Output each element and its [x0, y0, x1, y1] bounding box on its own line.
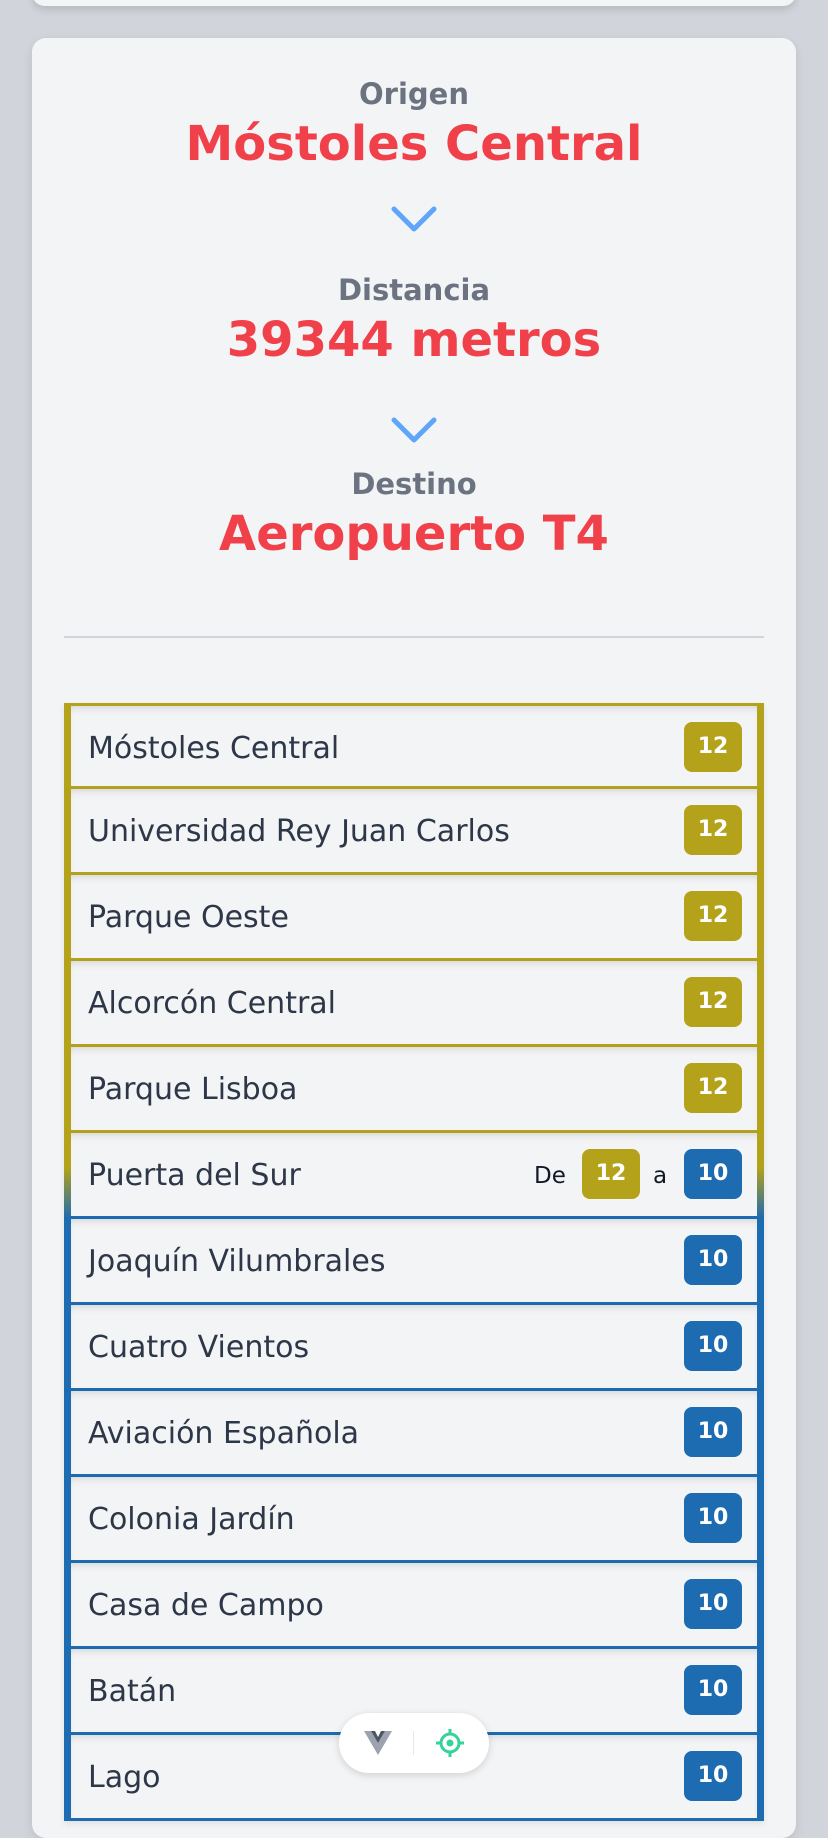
- toolbar-separator: [413, 1731, 414, 1755]
- station-name: Parque Oeste: [88, 900, 289, 935]
- line-badge: 10: [684, 1235, 742, 1285]
- origin-section: Origen Móstoles Central: [32, 77, 796, 172]
- line-badge: 12: [684, 891, 742, 941]
- line-badge: 10: [684, 1665, 742, 1715]
- station-row[interactable]: Aviación Española 10: [64, 1391, 764, 1477]
- station-name: Joaquín Vilumbrales: [88, 1244, 386, 1279]
- previous-card: [32, 0, 796, 6]
- transfer-to-label: a: [653, 1163, 668, 1189]
- station-row[interactable]: Joaquín Vilumbrales 10: [64, 1219, 764, 1305]
- station-row[interactable]: Casa de Campo 10: [64, 1563, 764, 1649]
- floating-toolbar: [339, 1713, 489, 1773]
- station-row[interactable]: Universidad Rey Juan Carlos 12: [64, 789, 764, 875]
- station-row[interactable]: Cuatro Vientos 10: [64, 1305, 764, 1391]
- station-list: Móstoles Central 12 Universidad Rey Juan…: [64, 703, 764, 1821]
- station-row[interactable]: Parque Lisboa 12: [64, 1047, 764, 1133]
- to-line-badge: 10: [684, 1149, 742, 1199]
- line-badge: 12: [684, 722, 742, 772]
- station-row[interactable]: Parque Oeste 12: [64, 875, 764, 961]
- locate-icon[interactable]: [435, 1728, 465, 1758]
- station-name: Parque Lisboa: [88, 1072, 298, 1107]
- station-name: Aviación Española: [88, 1416, 360, 1451]
- line-badge: 10: [684, 1493, 742, 1543]
- chevron-down-icon: [391, 206, 437, 232]
- station-name: Lago: [88, 1760, 161, 1795]
- station-name: Casa de Campo: [88, 1588, 324, 1623]
- distance-value: 39344 metros: [226, 312, 602, 368]
- route-card: Origen Móstoles Central Distancia 39344 …: [32, 38, 796, 1838]
- line-badge: 10: [684, 1321, 742, 1371]
- divider: [64, 636, 764, 638]
- distance-section: Distancia 39344 metros: [32, 273, 796, 368]
- destination-label: Destino: [351, 467, 477, 501]
- station-name: Cuatro Vientos: [88, 1330, 310, 1365]
- origin-value: Móstoles Central: [185, 116, 643, 172]
- station-row[interactable]: Alcorcón Central 12: [64, 961, 764, 1047]
- line-badge: 10: [684, 1751, 742, 1801]
- station-name: Universidad Rey Juan Carlos: [88, 814, 510, 849]
- destination-value: Aeropuerto T4: [219, 506, 609, 562]
- station-name: Móstoles Central: [88, 731, 340, 766]
- vue-logo-icon[interactable]: [363, 1730, 393, 1756]
- station-name: Colonia Jardín: [88, 1502, 295, 1537]
- station-row[interactable]: Colonia Jardín 10: [64, 1477, 764, 1563]
- line-badge: 10: [684, 1407, 742, 1457]
- line-badge: 12: [684, 977, 742, 1027]
- transfer-station-row[interactable]: Puerta del Sur De 12 a 10: [64, 1133, 764, 1219]
- line-badge: 12: [684, 805, 742, 855]
- destination-section: Destino Aeropuerto T4: [32, 467, 796, 562]
- line-badge: 10: [684, 1579, 742, 1629]
- origin-label: Origen: [359, 77, 469, 111]
- from-line-badge: 12: [582, 1149, 640, 1199]
- distance-label: Distancia: [337, 273, 491, 307]
- station-row[interactable]: Móstoles Central 12: [64, 703, 764, 789]
- station-name: Puerta del Sur: [88, 1158, 301, 1193]
- line-badge: 12: [684, 1063, 742, 1113]
- station-name: Batán: [88, 1674, 177, 1709]
- chevron-down-icon: [391, 417, 437, 443]
- station-name: Alcorcón Central: [88, 986, 337, 1021]
- transfer-from-label: De: [534, 1163, 566, 1189]
